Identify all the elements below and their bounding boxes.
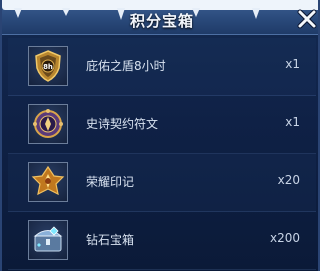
item-quantity: x1 bbox=[285, 115, 300, 129]
close-button[interactable] bbox=[296, 8, 318, 30]
item-name: 庇佑之盾8小时 bbox=[86, 59, 166, 73]
item-icon-frame: 8h bbox=[28, 46, 68, 86]
item-icon-frame bbox=[28, 162, 68, 202]
close-icon bbox=[297, 9, 317, 29]
epic-rune-icon bbox=[33, 109, 63, 138]
item-name: 钻石宝箱 bbox=[86, 233, 135, 247]
item-name: 荣耀印记 bbox=[86, 175, 135, 189]
list-item: 史诗契约符文 x1 bbox=[8, 96, 316, 154]
item-icon-frame bbox=[28, 104, 68, 144]
list-item: 钻石宝箱 x200 bbox=[8, 212, 316, 270]
snow-trim bbox=[2, 0, 318, 10]
title-bar: 积分宝箱 bbox=[2, 0, 318, 35]
item-icon-frame bbox=[28, 220, 68, 260]
item-quantity: x200 bbox=[269, 231, 300, 245]
dialog-title: 积分宝箱 bbox=[129, 12, 194, 30]
diamond-chest-icon bbox=[33, 226, 63, 252]
shield-badge: 8h bbox=[43, 63, 53, 71]
glory-mark-icon bbox=[31, 165, 65, 196]
shield-8h-icon: 8h bbox=[35, 50, 61, 82]
list-item: 8h 庇佑之盾8小时 x1 bbox=[8, 38, 316, 96]
item-quantity: x1 bbox=[285, 57, 300, 71]
reward-list: 8h 庇佑之盾8小时 x1 史诗契约符文 x1 荣耀印记 x20 钻石宝箱 x2… bbox=[8, 38, 316, 270]
list-item: 荣耀印记 x20 bbox=[8, 154, 316, 212]
reward-dialog: 积分宝箱 8h 庇佑之盾8小时 x1 史诗契约符文 x1 荣耀印记 x20 钻石… bbox=[0, 0, 320, 271]
item-name: 史诗契约符文 bbox=[86, 117, 159, 131]
item-quantity: x20 bbox=[277, 173, 300, 187]
